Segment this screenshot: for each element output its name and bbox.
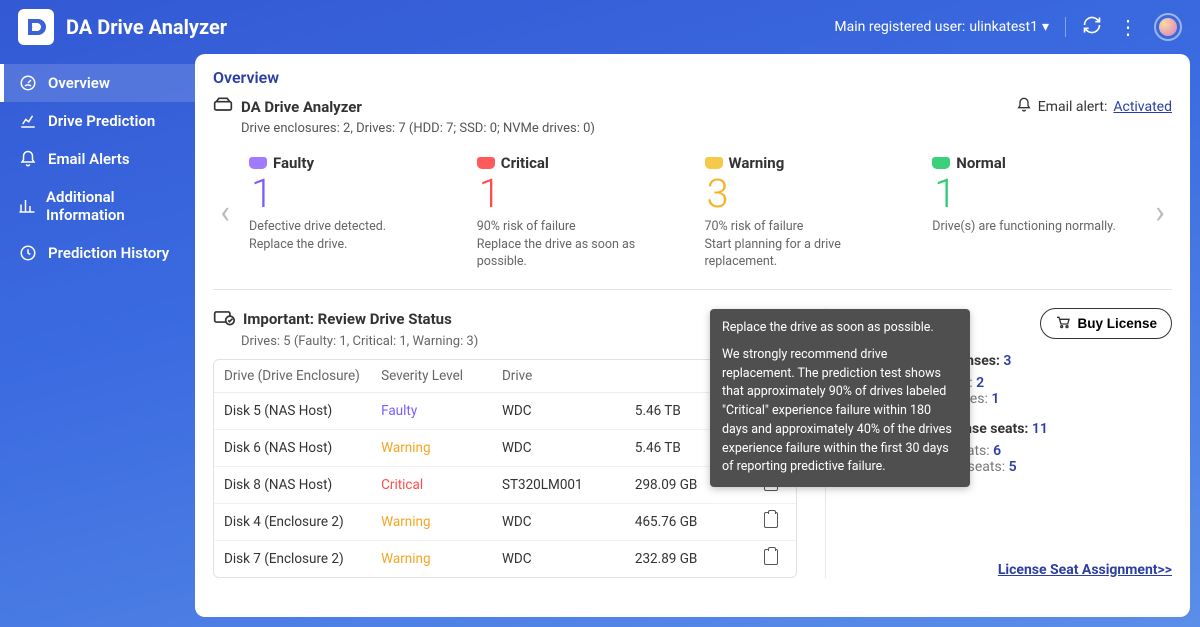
row-action-icon[interactable]	[756, 549, 786, 569]
status-desc: 70% risk of failure Start planning for a…	[705, 218, 909, 271]
carousel-prev[interactable]: ‹	[213, 193, 237, 231]
sidebar-item-prediction-history[interactable]: Prediction History	[0, 234, 195, 272]
buy-license-button[interactable]: Buy License	[1040, 308, 1172, 339]
table-row: Disk 7 (Enclosure 2)WarningWDC232.89 GB	[214, 541, 796, 577]
cell-model: WDC	[502, 403, 635, 419]
app-logo	[18, 9, 54, 45]
table-row: Disk 4 (Enclosure 2)WarningWDC465.76 GB	[214, 504, 796, 541]
more-icon[interactable]: ⋮	[1118, 17, 1138, 37]
page-title: Overview	[213, 68, 1172, 87]
drive-faulty-icon	[249, 157, 267, 169]
sidebar-item-label: Overview	[48, 74, 110, 92]
buy-license-label: Buy License	[1077, 316, 1157, 331]
status-desc: 90% risk of failure Replace the drive as…	[477, 218, 681, 271]
tooltip-body: We strongly recommend drive replacement.…	[722, 346, 958, 477]
content: Overview DA Drive Analyzer Drive enclosu…	[195, 54, 1190, 617]
status-count: 1	[479, 174, 681, 214]
drive-status-icon	[213, 308, 235, 330]
cell-capacity: 232.89 GB	[635, 551, 756, 567]
col-model: Drive	[502, 368, 635, 384]
carousel-next[interactable]: ›	[1148, 193, 1172, 231]
cell-model: ST320LM001	[502, 477, 635, 493]
email-alert-status: Email alert: Activated	[1016, 97, 1172, 117]
status-card-normal: Normal 1 Drive(s) are functioning normal…	[924, 154, 1144, 271]
tooltip-head: Replace the drive as soon as possible.	[722, 319, 958, 338]
sidebar-item-drive-prediction[interactable]: Drive Prediction	[0, 102, 195, 140]
critical-tooltip: Replace the drive as soon as possible. W…	[710, 309, 970, 487]
status-label: Faulty	[273, 154, 314, 172]
cell-severity: Faulty	[381, 403, 502, 419]
drive-normal-icon	[932, 157, 950, 169]
table-header: Drive (Drive Enclosure) Severity Level D…	[214, 360, 796, 393]
user-avatar[interactable]	[1154, 13, 1182, 41]
cell-model: WDC	[502, 514, 635, 530]
sidebar-item-email-alerts[interactable]: Email Alerts	[0, 140, 195, 178]
gauge-icon	[18, 74, 38, 92]
email-alert-link[interactable]: Activated	[1113, 99, 1172, 115]
cell-capacity: 465.76 GB	[635, 514, 756, 530]
cell-drive: Disk 7 (Enclosure 2)	[224, 551, 381, 567]
cell-model: WDC	[502, 440, 635, 456]
drive-enclosure-icon	[213, 97, 233, 117]
status-label: Critical	[501, 154, 549, 172]
status-desc: Drive(s) are functioning normally.	[932, 218, 1136, 236]
sidebar-item-overview[interactable]: Overview	[0, 64, 195, 102]
sidebar: Overview Drive Prediction Email Alerts A…	[0, 54, 195, 627]
cell-severity: Warning	[381, 514, 502, 530]
status-card-warning: Warning 3 70% risk of failure Start plan…	[697, 154, 917, 271]
cell-severity: Critical	[381, 477, 502, 493]
table-row: Disk 5 (NAS Host)FaultyWDC5.46 TB	[214, 393, 796, 430]
sidebar-item-label: Additional Information	[46, 188, 179, 224]
clock-icon	[18, 244, 38, 262]
bell-icon	[18, 150, 38, 168]
drive-summary: Drive enclosures: 2, Drives: 7 (HDD: 7; …	[241, 121, 595, 136]
email-alert-label: Email alert:	[1038, 99, 1108, 115]
status-count: 1	[251, 174, 453, 214]
chevron-down-icon: ▾	[1042, 19, 1049, 35]
license-seat-assignment-link[interactable]: License Seat Assignment>>	[848, 542, 1172, 578]
table-row: Disk 6 (NAS Host)WarningWDC5.46 TB	[214, 430, 796, 467]
divider	[1065, 17, 1066, 37]
overview-header-title: DA Drive Analyzer	[241, 98, 362, 116]
sidebar-item-label: Prediction History	[48, 244, 169, 262]
bar-chart-icon	[18, 197, 36, 215]
cell-severity: Warning	[381, 551, 502, 567]
col-severity: Severity Level	[381, 368, 502, 384]
user-menu[interactable]: Main registered user: ulinkatest1 ▾	[834, 19, 1049, 35]
status-count: 3	[707, 174, 909, 214]
overview-header: DA Drive Analyzer	[213, 97, 595, 117]
refresh-icon[interactable]	[1082, 15, 1102, 39]
user-name: ulinkatest1	[969, 19, 1038, 35]
sidebar-item-additional-info[interactable]: Additional Information	[0, 178, 195, 234]
user-prefix: Main registered user:	[834, 19, 965, 35]
cart-icon	[1055, 315, 1071, 332]
table-row: Disk 8 (NAS Host)CriticalST320LM001298.0…	[214, 467, 796, 504]
cell-model: WDC	[502, 551, 635, 567]
status-desc: Defective drive detected. Replace the dr…	[249, 218, 453, 253]
drive-critical-icon	[477, 157, 495, 169]
review-title: Important: Review Drive Status	[243, 310, 452, 328]
chart-line-icon	[18, 112, 38, 130]
topbar: DA Drive Analyzer Main registered user: …	[0, 0, 1200, 54]
sidebar-item-label: Drive Prediction	[48, 112, 155, 130]
status-label: Normal	[956, 154, 1006, 172]
cell-drive: Disk 4 (Enclosure 2)	[224, 514, 381, 530]
sidebar-item-label: Email Alerts	[48, 150, 130, 168]
bell-outline-icon	[1016, 97, 1032, 117]
status-card-faulty: Faulty 1 Defective drive detected. Repla…	[241, 154, 461, 271]
col-drive: Drive (Drive Enclosure)	[224, 368, 381, 384]
cell-drive: Disk 5 (NAS Host)	[224, 403, 381, 419]
divider	[213, 289, 1172, 290]
cell-drive: Disk 8 (NAS Host)	[224, 477, 381, 493]
row-action-icon[interactable]	[756, 512, 786, 532]
status-label: Warning	[729, 154, 785, 172]
app-title: DA Drive Analyzer	[66, 15, 227, 39]
cell-drive: Disk 6 (NAS Host)	[224, 440, 381, 456]
cell-severity: Warning	[381, 440, 502, 456]
drive-warning-icon	[705, 157, 723, 169]
status-card-critical: Critical 1 90% risk of failure Replace t…	[469, 154, 689, 271]
status-count: 1	[934, 174, 1136, 214]
